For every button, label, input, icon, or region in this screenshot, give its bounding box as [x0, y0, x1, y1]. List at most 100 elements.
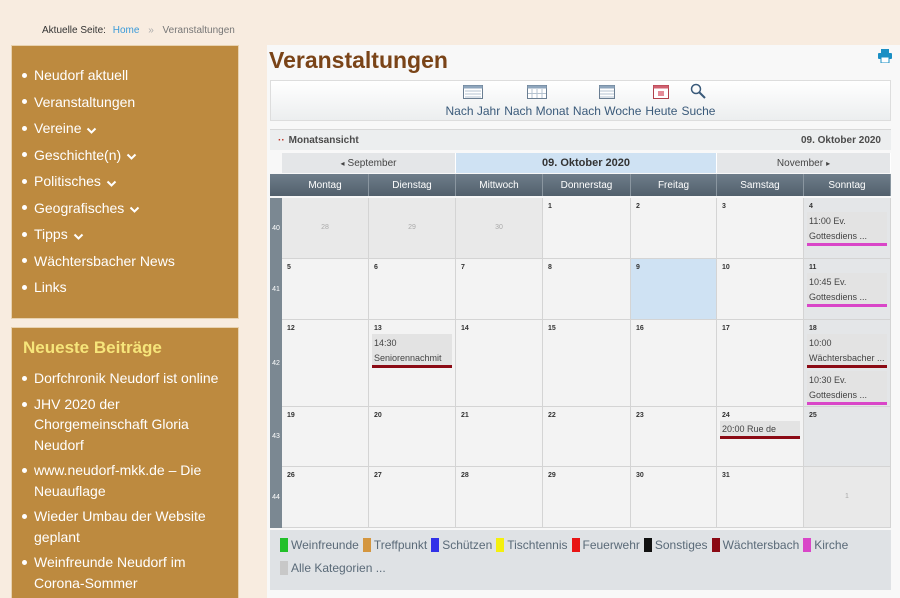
day-number[interactable]: 23: [636, 412, 644, 419]
day-number[interactable]: 29: [369, 224, 455, 231]
day-number[interactable]: 5: [287, 264, 291, 271]
day-cell[interactable]: 12: [282, 320, 369, 407]
week-number[interactable]: 41: [270, 286, 282, 293]
calendar-event[interactable]: 10:00 Wächtersbacher ...: [807, 334, 887, 368]
day-number[interactable]: 19: [287, 412, 295, 419]
day-cell[interactable]: 16: [631, 320, 717, 407]
day-cell[interactable]: 1: [804, 467, 891, 528]
day-cell[interactable]: 30: [456, 198, 543, 259]
legend-item-2[interactable]: Schützen: [431, 534, 492, 556]
next-month-link[interactable]: November ▸: [717, 153, 891, 173]
day-cell[interactable]: 8: [543, 259, 631, 320]
day-number[interactable]: 7: [461, 264, 465, 271]
toolbar-button-2[interactable]: Nach Woche: [573, 85, 641, 118]
day-cell[interactable]: 11 10:45 Ev. Gottesdiens ...: [804, 259, 891, 320]
day-cell[interactable]: 25: [804, 407, 891, 467]
prev-month-link[interactable]: ◂ September: [282, 153, 456, 173]
breadcrumb-home-link[interactable]: Home: [113, 25, 140, 36]
day-number[interactable]: 4: [809, 203, 813, 210]
day-number[interactable]: 14: [461, 325, 469, 332]
legend-item-5[interactable]: Sonstiges: [643, 534, 708, 556]
chevron-down-icon[interactable]: [106, 176, 117, 187]
legend-item-4[interactable]: Feuerwehr: [571, 534, 640, 556]
day-cell[interactable]: 5: [282, 259, 369, 320]
day-cell[interactable]: 21: [456, 407, 543, 467]
toolbar-button-3[interactable]: Heute: [645, 85, 677, 118]
day-number[interactable]: 1: [548, 203, 552, 210]
latest-post-link[interactable]: Wieder Umbau der Website geplant: [34, 506, 228, 547]
day-cell[interactable]: 13 14:30 Seniorennachmit ...: [369, 320, 456, 407]
sidebar-item-1[interactable]: Veranstaltungen: [22, 89, 228, 116]
day-cell[interactable]: 14: [456, 320, 543, 407]
day-cell[interactable]: 1: [543, 198, 631, 259]
chevron-down-icon[interactable]: [126, 149, 137, 161]
sidebar-item-2[interactable]: Vereine: [22, 115, 228, 142]
calendar-event[interactable]: 10:30 Ev. Gottesdiens ...: [807, 371, 887, 405]
day-cell[interactable]: 27: [369, 467, 456, 528]
day-number[interactable]: 28: [461, 472, 469, 479]
day-number[interactable]: 30: [456, 224, 542, 231]
day-cell[interactable]: 4 11:00 Ev. Gottesdiens ...: [804, 198, 891, 259]
day-cell[interactable]: 6: [369, 259, 456, 320]
day-number[interactable]: 30: [636, 472, 644, 479]
legend-item-1[interactable]: Treffpunkt: [362, 534, 427, 556]
day-cell[interactable]: 9: [631, 259, 717, 320]
week-number[interactable]: 42: [270, 360, 282, 367]
day-cell[interactable]: 17: [717, 320, 804, 407]
day-cell[interactable]: 18 10:00 Wächtersbacher ... 10:30 Ev. Gott…: [804, 320, 891, 407]
day-number[interactable]: 20: [374, 412, 382, 419]
day-number[interactable]: 17: [722, 325, 730, 332]
day-number[interactable]: 6: [374, 264, 378, 271]
day-number[interactable]: 9: [636, 264, 640, 271]
week-number[interactable]: 40: [270, 225, 282, 232]
print-icon[interactable]: [878, 49, 892, 63]
sidebar-item-6[interactable]: Tipps: [22, 221, 228, 248]
day-cell[interactable]: 22: [543, 407, 631, 467]
week-number[interactable]: 44: [270, 494, 282, 501]
sidebar-item-5[interactable]: Geografisches: [22, 195, 228, 222]
day-cell[interactable]: 2: [631, 198, 717, 259]
latest-post-link[interactable]: www.neudorf-mkk.de – Die Neuauflage: [34, 460, 228, 501]
day-cell[interactable]: 29: [543, 467, 631, 528]
calendar-event[interactable]: 11:00 Ev. Gottesdiens ...: [807, 212, 887, 246]
toolbar-button-4[interactable]: Suche: [681, 83, 715, 118]
day-number[interactable]: 1: [804, 493, 890, 500]
latest-post-link[interactable]: Dorfchronik Neudorf ist online: [34, 368, 218, 389]
legend-item-0[interactable]: Weinfreunde: [280, 534, 359, 556]
chevron-down-icon[interactable]: [129, 202, 140, 214]
day-number[interactable]: 16: [636, 325, 644, 332]
day-cell[interactable]: 29: [369, 198, 456, 259]
latest-post-item[interactable]: Wieder Umbau der Website geplant: [22, 506, 228, 547]
calendar-event[interactable]: 14:30 Seniorennachmit ...: [372, 334, 452, 368]
latest-post-item[interactable]: www.neudorf-mkk.de – Die Neuauflage: [22, 460, 228, 501]
day-number[interactable]: 13: [374, 325, 382, 332]
day-cell[interactable]: 28: [456, 467, 543, 528]
legend-item-8[interactable]: Alle Kategorien ...: [280, 557, 386, 579]
sidebar-item-4[interactable]: Politisches: [22, 168, 228, 195]
legend-item-6[interactable]: Wächtersbach: [711, 534, 799, 556]
chevron-down-icon[interactable]: [86, 123, 97, 134]
week-number[interactable]: 43: [270, 433, 282, 440]
day-number[interactable]: 27: [374, 472, 382, 479]
day-number[interactable]: 8: [548, 264, 552, 271]
day-cell[interactable]: 30: [631, 467, 717, 528]
day-number[interactable]: 11: [809, 264, 816, 271]
day-number[interactable]: 28: [282, 224, 368, 231]
day-cell[interactable]: 7: [456, 259, 543, 320]
sidebar-item-7[interactable]: Wächtersbacher News: [22, 248, 228, 275]
toolbar-button-1[interactable]: Nach Monat: [504, 85, 569, 118]
latest-post-link[interactable]: JHV 2020 der Chorgemeinschaft Gloria Neu…: [34, 394, 228, 456]
calendar-event[interactable]: 20:00 Rue de Paris: [720, 421, 800, 439]
day-cell[interactable]: 26: [282, 467, 369, 528]
day-cell[interactable]: 28: [282, 198, 369, 259]
latest-post-item[interactable]: Dorfchronik Neudorf ist online: [22, 368, 228, 389]
sidebar-item-0[interactable]: Neudorf aktuell: [22, 62, 228, 89]
day-number[interactable]: 15: [548, 325, 556, 332]
day-number[interactable]: 24: [722, 412, 730, 419]
day-cell[interactable]: 31: [717, 467, 804, 528]
latest-post-item[interactable]: JHV 2020 der Chorgemeinschaft Gloria Neu…: [22, 394, 228, 456]
toolbar-button-0[interactable]: Nach Jahr: [446, 85, 500, 118]
day-number[interactable]: 29: [548, 472, 556, 479]
day-cell[interactable]: 23: [631, 407, 717, 467]
day-number[interactable]: 2: [636, 203, 640, 210]
